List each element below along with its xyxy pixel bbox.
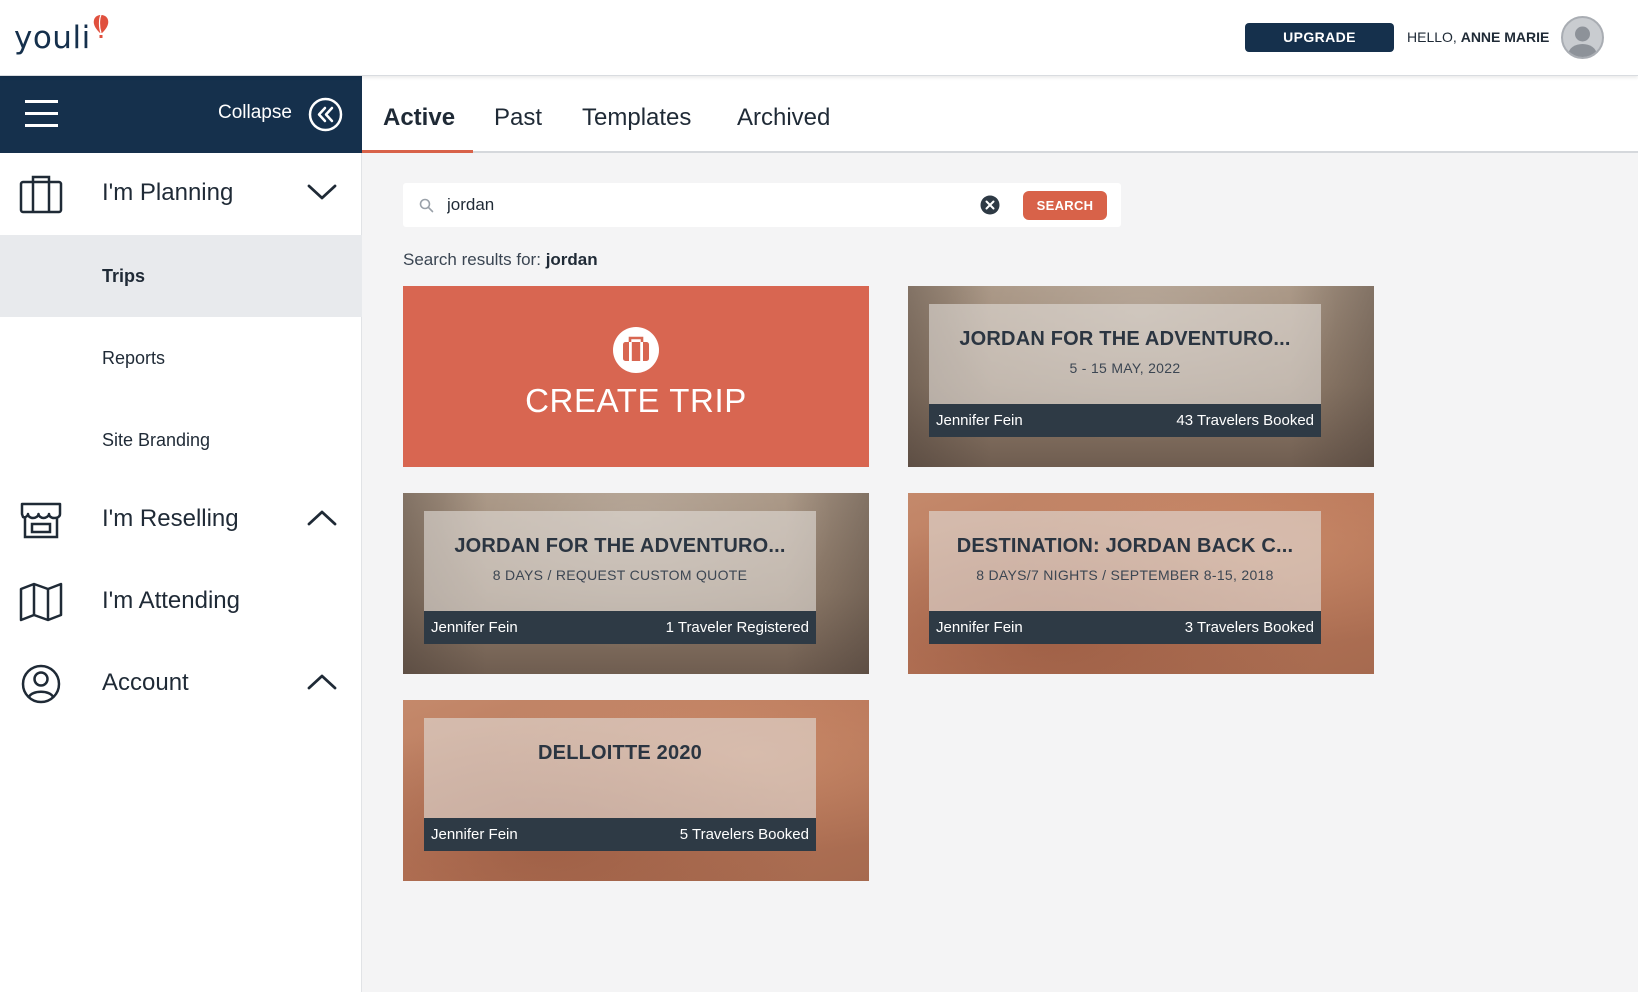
user-avatar-icon [1568, 26, 1597, 57]
trip-owner: Jennifer Fein [936, 412, 1023, 429]
subitem-label: Trips [102, 266, 146, 286]
trip-traveler-count: 3 Travelers Booked [1184, 619, 1314, 636]
youli-logo[interactable]: youli [14, 14, 110, 56]
trip-card-footer: Jennifer Fein 43 Travelers Booked [929, 404, 1321, 437]
trip-subtitle: 8 DAYS / REQUEST CUSTOM QUOTE [492, 567, 748, 583]
trip-card-footer: Jennifer Fein 5 Travelers Booked [424, 818, 816, 851]
create-trip-label: CREATE TRIP [525, 382, 747, 419]
search-icon [419, 198, 434, 213]
hamburger-menu-icon[interactable] [25, 100, 58, 128]
trip-card[interactable]: DELLOITTE 2020 Jennifer Fein 5 Travelers… [403, 700, 869, 881]
results-query: jordan [545, 250, 598, 269]
sidebar-item-attending[interactable]: I'm Attending [0, 561, 362, 643]
storefront-icon [20, 502, 62, 539]
top-header: youli UPGRADE HELLO, ANNE MARIE [0, 0, 1638, 76]
user-name: ANNE MARIE [1460, 29, 1550, 45]
trip-card-footer: Jennifer Fein 3 Travelers Booked [929, 611, 1321, 644]
collapse-label[interactable]: Collapse [218, 102, 292, 124]
sidebar-item-reselling[interactable]: I'm Reselling [0, 479, 362, 561]
trip-card[interactable]: DESTINATION: JORDAN BACK C... 8 DAYS/7 N… [908, 493, 1374, 674]
chevron-up-icon[interactable] [306, 671, 338, 693]
avatar[interactable] [1561, 16, 1604, 59]
search-button[interactable]: SEARCH [1023, 191, 1107, 220]
trip-card-info: DELLOITTE 2020 [424, 718, 816, 818]
collapse-chevrons-icon[interactable] [308, 97, 343, 132]
trip-card-info: JORDAN FOR THE ADVENTURO... 8 DAYS / REQ… [424, 511, 816, 611]
suitcase-icon [19, 175, 63, 214]
trip-subtitle: 8 DAYS/7 NIGHTS / SEPTEMBER 8-15, 2018 [976, 567, 1274, 583]
sidebar-item-label: Account [102, 669, 189, 696]
trip-title: JORDAN FOR THE ADVENTURO... [454, 535, 786, 557]
chevron-down-icon[interactable] [306, 181, 338, 203]
trip-traveler-count: 1 Traveler Registered [665, 619, 809, 636]
sidebar-item-label: I'm Attending [102, 587, 240, 614]
sidebar-subitem-reports[interactable]: Reports [0, 317, 362, 399]
search-results-caption: Search results for: jordan [403, 250, 598, 270]
trip-traveler-count: 43 Travelers Booked [1176, 412, 1314, 429]
clear-search-icon[interactable] [980, 195, 1000, 215]
sidebar-subitem-trips[interactable]: Trips [0, 235, 362, 317]
trip-tabs: Active Past Templates Archived [362, 76, 1638, 153]
trip-traveler-count: 5 Travelers Booked [679, 826, 809, 843]
sidebar-item-account[interactable]: Account [0, 643, 362, 725]
trip-card-info: JORDAN FOR THE ADVENTURO... 5 - 15 MAY, … [929, 304, 1321, 404]
trip-title: JORDAN FOR THE ADVENTURO... [959, 328, 1291, 350]
trip-card[interactable]: JORDAN FOR THE ADVENTURO... 8 DAYS / REQ… [403, 493, 869, 674]
trip-owner: Jennifer Fein [431, 619, 518, 636]
tab-active[interactable]: Active [383, 104, 455, 151]
sidebar-subitem-site-branding[interactable]: Site Branding [0, 399, 362, 481]
trip-subtitle: 5 - 15 MAY, 2022 [1069, 360, 1181, 376]
balloon-icon [93, 14, 108, 38]
sidebar: Collapse I'm Planning Trips Reports Site… [0, 76, 362, 992]
chevron-up-icon[interactable] [306, 507, 338, 529]
trip-card-info: DESTINATION: JORDAN BACK C... 8 DAYS/7 N… [929, 511, 1321, 611]
trip-card-footer: Jennifer Fein 1 Traveler Registered [424, 611, 816, 644]
trip-owner: Jennifer Fein [431, 826, 518, 843]
upgrade-button[interactable]: UPGRADE [1245, 23, 1394, 52]
trip-title: DESTINATION: JORDAN BACK C... [956, 535, 1294, 557]
results-prefix: Search results for: [403, 250, 541, 269]
sidebar-item-label: I'm Reselling [102, 505, 239, 532]
search-bar: SEARCH [403, 183, 1121, 227]
tab-templates[interactable]: Templates [582, 104, 691, 151]
greeting-prefix: HELLO, [1407, 29, 1457, 45]
user-greeting: HELLO, ANNE MARIE [1407, 29, 1549, 45]
active-tab-indicator [362, 150, 473, 153]
user-circle-icon [21, 664, 61, 704]
sidebar-header: Collapse [0, 76, 362, 153]
trip-card[interactable]: JORDAN FOR THE ADVENTURO... 5 - 15 MAY, … [908, 286, 1374, 467]
subitem-label: Site Branding [102, 430, 211, 450]
logo-text: youli [14, 20, 91, 56]
trip-owner: Jennifer Fein [936, 619, 1023, 636]
map-icon [19, 582, 63, 622]
sidebar-item-label: I'm Planning [102, 179, 234, 206]
subitem-label: Reports [102, 348, 166, 368]
suitcase-icon [613, 327, 659, 373]
tab-past[interactable]: Past [494, 104, 542, 151]
search-input[interactable] [447, 193, 927, 217]
create-trip-card[interactable]: CREATE TRIP [403, 286, 869, 467]
tab-archived[interactable]: Archived [737, 104, 830, 151]
sidebar-item-planning[interactable]: I'm Planning [0, 153, 362, 235]
trip-title: DELLOITTE 2020 [538, 742, 702, 764]
